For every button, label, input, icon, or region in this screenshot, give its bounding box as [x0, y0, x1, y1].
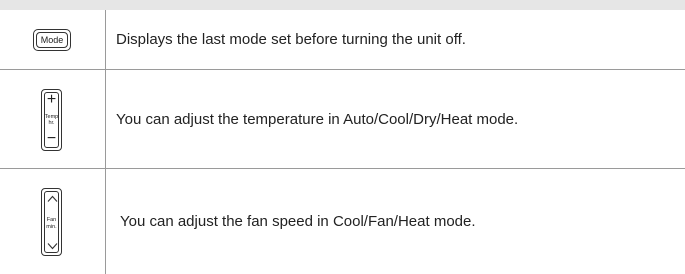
fan-sublabel: min.: [46, 224, 57, 230]
table-row-fan: Fan min. You can adjust the fan speed in…: [0, 169, 685, 274]
button-function-table: Mode Displays the last mode set before t…: [0, 10, 685, 274]
table-row-temp: + Temp hr. − You can adjust the temperat…: [0, 70, 685, 169]
description-mode: Displays the last mode set before turnin…: [116, 31, 466, 48]
plus-icon: +: [46, 91, 57, 108]
fan-label: Fan: [46, 217, 57, 223]
icon-cell-fan: Fan min.: [0, 169, 105, 274]
table-header-band: [0, 0, 685, 10]
minus-icon: −: [46, 130, 57, 147]
description-fan: You can adjust the fan speed in Cool/Fan…: [120, 213, 476, 230]
temp-rocker-button-icon: + Temp hr. −: [41, 89, 62, 151]
mode-button-label: Mode: [40, 35, 64, 45]
chevron-up-icon: [47, 195, 58, 202]
description-temp: You can adjust the temperature in Auto/C…: [116, 110, 519, 128]
chevron-down-icon: [47, 243, 58, 250]
icon-cell-temp: + Temp hr. −: [0, 70, 105, 168]
temp-sublabel: hr.: [48, 120, 55, 126]
fan-rocker-button-icon: Fan min.: [41, 188, 62, 256]
table-row-mode: Mode Displays the last mode set before t…: [0, 10, 685, 70]
icon-cell-mode: Mode: [0, 10, 105, 69]
mode-button-icon: Mode: [33, 29, 71, 51]
